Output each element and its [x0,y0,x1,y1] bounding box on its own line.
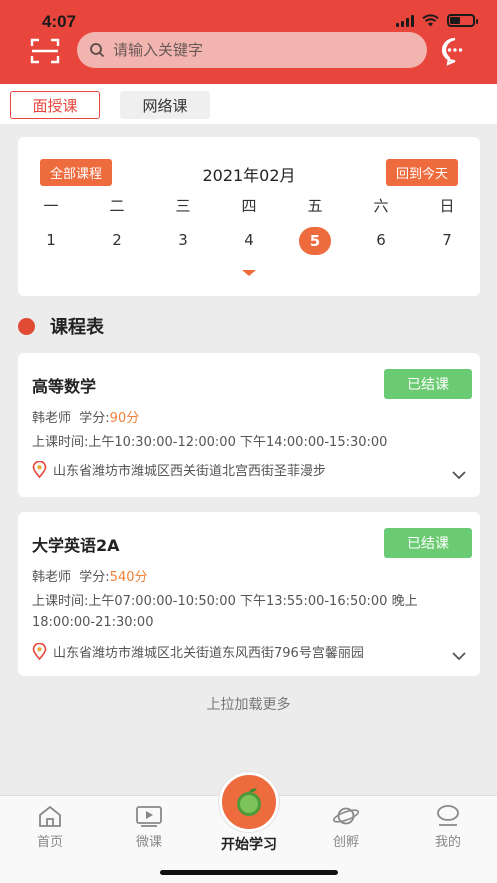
signal-icon [396,14,414,27]
weekday-label: 四 [241,197,257,215]
planet-icon [332,807,360,825]
chevron-down-icon[interactable] [452,651,466,661]
nav-label: 创孵 [332,835,359,850]
tab-online[interactable]: 网络课 [120,91,210,119]
weekday-label: 二 [109,197,125,215]
weekday-row: 一 二 三 四 五 六 日 [18,193,480,219]
date-number: 6 [376,231,386,249]
nav-label: 我的 [434,835,461,850]
start-learning-button[interactable]: 开始学习 [208,772,290,854]
calendar-date[interactable]: 4 [216,227,282,253]
location-text: 山东省潍坊市潍城区北关街道东风西街796号宫馨丽园 [53,646,364,661]
course-card[interactable]: 高等数学 已结课 韩老师 学分:90分 上课时间:上午10:30:00-12:0… [18,353,480,497]
credit-label: 学分: [79,411,110,426]
weekday-label: 五 [307,197,323,215]
location-text: 山东省潍坊市潍城区西关街道北宫西街圣菲漫步 [53,464,327,479]
teacher-credit-line: 韩老师 学分:90分 [32,407,139,426]
load-more-hint: 上拉加载更多 [206,697,291,713]
date-number: 1 [46,231,56,249]
class-time: 上课时间:上午10:30:00-12:00:00 下午14:00:00-15:3… [32,435,388,450]
status-badge: 已结课 [384,528,472,558]
home-icon [39,805,61,827]
scan-icon[interactable] [30,38,60,64]
nav-label: 微课 [135,835,162,850]
credit-label: 学分: [79,570,110,585]
calendar-date[interactable]: 6 [348,227,414,253]
search-bar[interactable] [77,32,427,68]
course-type-tabs: 面授课 网络课 [0,84,497,124]
location-line: 山东省潍坊市潍城区西关街道北宫西街圣菲漫步 [32,460,326,479]
nav-label: 首页 [36,835,63,850]
course-title: 高等数学 [32,377,97,396]
search-icon [90,43,105,58]
class-time: 上课时间:上午07:00:00-10:50:00 下午13:55:00-16:5… [32,594,418,630]
date-number: 5 [299,227,331,255]
status-badge: 已结课 [384,369,472,399]
start-learning-label: 开始学习 [221,837,277,853]
wifi-icon [422,14,439,27]
calendar-date[interactable]: 2 [84,227,150,253]
weekday-label: 六 [373,197,389,215]
message-icon[interactable] [440,36,470,66]
date-number: 4 [244,231,254,249]
video-course-icon [136,806,162,827]
calendar-date-selected[interactable]: 5 [282,227,348,255]
nav-item-mine[interactable]: 我的 [418,804,478,850]
calendar-date[interactable]: 7 [414,227,480,253]
calendar-date[interactable]: 3 [150,227,216,253]
status-time: 4:07 [42,12,77,31]
location-pin-icon [32,643,47,660]
battery-icon [447,14,478,27]
calendar-panel: 全部课程 2021年02月 回到今天 一 二 三 四 五 六 日 1 2 3 4… [18,137,480,296]
tab-face-to-face[interactable]: 面授课 [10,91,100,119]
search-input[interactable] [113,41,413,59]
credit-value: 540分 [109,570,148,585]
calendar-expand-arrow-icon[interactable] [242,270,256,276]
weekday-label: 日 [439,197,455,215]
teacher-credit-line: 韩老师 学分:540分 [32,566,148,585]
location-line: 山东省潍坊市潍城区北关街道东风西街796号宫馨丽园 [32,642,364,661]
nav-item-home[interactable]: 首页 [20,804,80,850]
course-title: 大学英语2A [32,536,120,555]
start-learning-circle[interactable] [219,772,279,832]
weekday-label: 三 [175,197,191,215]
calendar-date[interactable]: 1 [18,227,84,253]
chevron-down-icon[interactable] [452,470,466,480]
course-card[interactable]: 大学英语2A 已结课 韩老师 学分:540分 上课时间:上午07:00:00-1… [18,512,480,676]
location-pin-icon [32,461,47,478]
teacher-name: 韩老师 [32,411,72,426]
profile-icon [437,805,459,826]
app-header: 4:07 [0,0,497,84]
nav-item-incubate[interactable]: 创孵 [316,804,376,850]
weekday-label: 一 [43,197,59,215]
date-number: 7 [442,231,452,249]
apple-icon [237,788,261,816]
status-icons [396,14,478,27]
section-title: 课程表 [50,317,104,338]
back-to-today-button[interactable]: 回到今天 [385,159,458,186]
teacher-name: 韩老师 [32,570,72,585]
schedule-section-header: 课程表 [18,313,104,339]
date-number: 3 [178,231,188,249]
credit-value: 90分 [109,411,140,426]
date-row: 1 2 3 4 5 6 7 [18,227,480,255]
section-dot-icon [18,317,35,335]
home-indicator [160,870,338,875]
nav-item-micro-course[interactable]: 微课 [119,804,179,850]
date-number: 2 [112,231,122,249]
